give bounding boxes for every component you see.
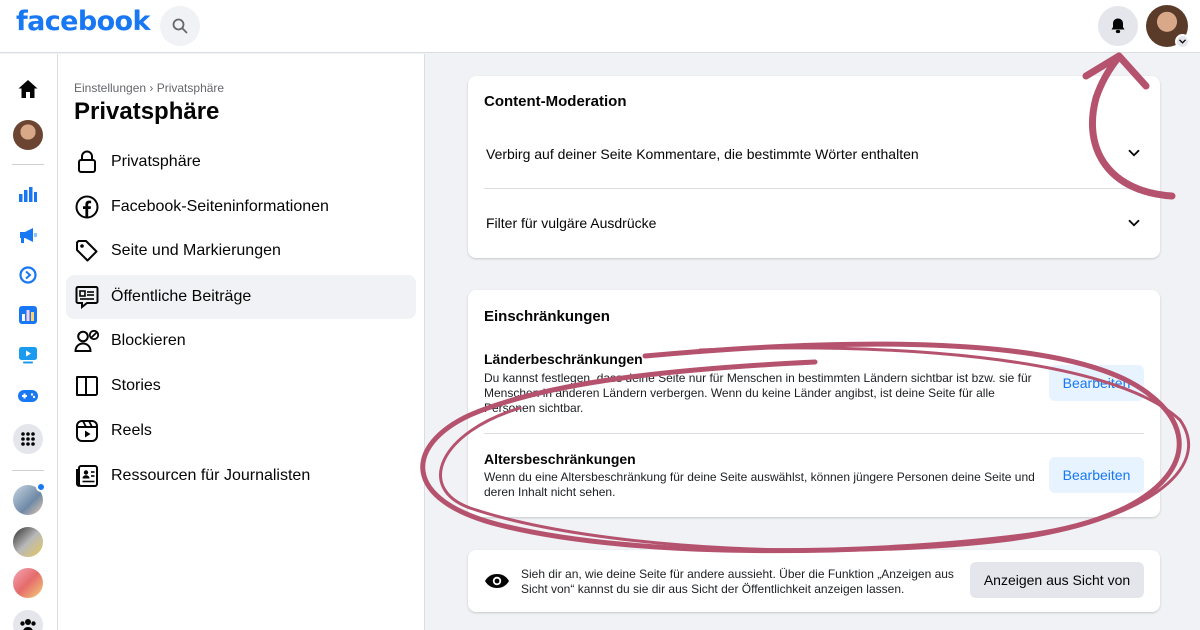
sidebar-item-label: Blockieren bbox=[111, 332, 186, 349]
card-title: Einschränkungen bbox=[484, 308, 610, 325]
public-posts-icon bbox=[74, 284, 100, 310]
sidebar-item-page-tagging[interactable]: Seite und Markierungen bbox=[66, 229, 416, 273]
divider bbox=[484, 433, 1144, 434]
home-icon[interactable] bbox=[13, 74, 43, 104]
chevron-down-icon[interactable] bbox=[1128, 219, 1140, 227]
page-avatar-3[interactable] bbox=[13, 568, 43, 598]
rail-divider bbox=[12, 164, 44, 165]
sidebar-item-public-posts[interactable]: Öffentliche Beiträge bbox=[66, 275, 416, 319]
facebook-logo[interactable]: facebook bbox=[16, 6, 150, 37]
notifications-button[interactable] bbox=[1098, 6, 1138, 46]
eye-icon bbox=[485, 574, 509, 588]
lock-icon bbox=[74, 149, 100, 175]
page-avatar-1[interactable] bbox=[13, 482, 46, 515]
settings-sidebar: Einstellungen › Privatsphäre Privatsphär… bbox=[58, 54, 425, 630]
age-restrictions-description: Wenn du eine Altersbeschränkung für dein… bbox=[484, 470, 1035, 499]
page-avatar-2[interactable] bbox=[13, 527, 43, 557]
menu-grid-icon[interactable] bbox=[13, 424, 43, 454]
country-restrictions-title: Länderbeschränkungen bbox=[484, 351, 643, 367]
profile-avatar[interactable] bbox=[13, 120, 43, 150]
view-as-description: Sieh dir an, wie deine Seite für andere … bbox=[521, 567, 954, 596]
sidebar-item-label: Ressourcen für Journalisten bbox=[111, 467, 311, 484]
hide-words-row[interactable]: Verbirg auf deiner Seite Kommentare, die… bbox=[486, 146, 919, 162]
account-avatar[interactable] bbox=[1146, 5, 1190, 49]
sidebar-item-label: Seite und Markierungen bbox=[111, 242, 281, 259]
news-icon bbox=[74, 463, 100, 489]
book-icon bbox=[74, 373, 100, 399]
sidebar-item-label: Reels bbox=[111, 422, 152, 439]
sidebar-item-reels[interactable]: Reels bbox=[66, 409, 416, 453]
card-title: Content-Moderation bbox=[484, 93, 627, 110]
sidebar-item-blocking[interactable]: Blockieren bbox=[66, 319, 416, 363]
block-user-icon bbox=[74, 328, 100, 354]
video-icon[interactable] bbox=[13, 340, 43, 370]
notification-dot bbox=[36, 482, 46, 492]
reels-icon bbox=[74, 418, 100, 444]
meta-business-icon[interactable] bbox=[13, 260, 43, 290]
top-navigation-bar: facebook bbox=[0, 0, 1200, 53]
view-as-button[interactable]: Anzeigen aus Sicht von bbox=[970, 562, 1144, 598]
country-restrictions-description: Du kannst festlegen, dass deine Seite nu… bbox=[484, 371, 1032, 415]
reports-icon[interactable] bbox=[13, 300, 43, 330]
chevron-down-icon bbox=[1175, 34, 1190, 49]
view-as-card: Sieh dir an, wie deine Seite für andere … bbox=[468, 550, 1160, 612]
content-moderation-card: Content-Moderation Verbirg auf deiner Se… bbox=[468, 76, 1160, 258]
facebook-icon bbox=[74, 194, 100, 220]
divider bbox=[484, 188, 1144, 189]
restrictions-card: Einschränkungen Länderbeschränkungen Du … bbox=[468, 290, 1160, 517]
sidebar-item-journalist-resources[interactable]: Ressourcen für Journalisten bbox=[66, 454, 416, 498]
sidebar-item-stories[interactable]: Stories bbox=[66, 364, 416, 408]
breadcrumb[interactable]: Einstellungen › Privatsphäre bbox=[74, 81, 224, 95]
edit-age-restrictions-button[interactable]: Bearbeiten bbox=[1049, 457, 1144, 493]
sidebar-item-label: Privatsphäre bbox=[111, 153, 201, 170]
sidebar-item-label: Facebook-Seiteninformationen bbox=[111, 198, 329, 215]
groups-icon[interactable] bbox=[13, 610, 43, 630]
page-title: Privatsphäre bbox=[74, 98, 220, 125]
chevron-down-icon[interactable] bbox=[1128, 149, 1140, 157]
tag-icon bbox=[74, 238, 100, 264]
bell-icon bbox=[1111, 18, 1125, 34]
sidebar-item-privacy[interactable]: Privatsphäre bbox=[66, 140, 416, 184]
sidebar-item-facebook-page-info[interactable]: Facebook-Seiteninformationen bbox=[66, 185, 416, 229]
rail-divider bbox=[12, 470, 44, 471]
sidebar-item-label: Stories bbox=[111, 377, 161, 394]
profanity-filter-row[interactable]: Filter für vulgäre Ausdrücke bbox=[486, 215, 656, 231]
search-icon bbox=[172, 18, 188, 34]
edit-country-restrictions-button[interactable]: Bearbeiten bbox=[1049, 365, 1144, 401]
gaming-icon[interactable] bbox=[13, 381, 43, 411]
sidebar-item-label: Öffentliche Beiträge bbox=[111, 288, 252, 305]
insights-icon[interactable] bbox=[13, 179, 43, 209]
search-button[interactable] bbox=[160, 6, 200, 46]
ads-icon[interactable] bbox=[13, 220, 43, 250]
left-rail bbox=[0, 54, 58, 630]
age-restrictions-title: Altersbeschränkungen bbox=[484, 451, 636, 467]
